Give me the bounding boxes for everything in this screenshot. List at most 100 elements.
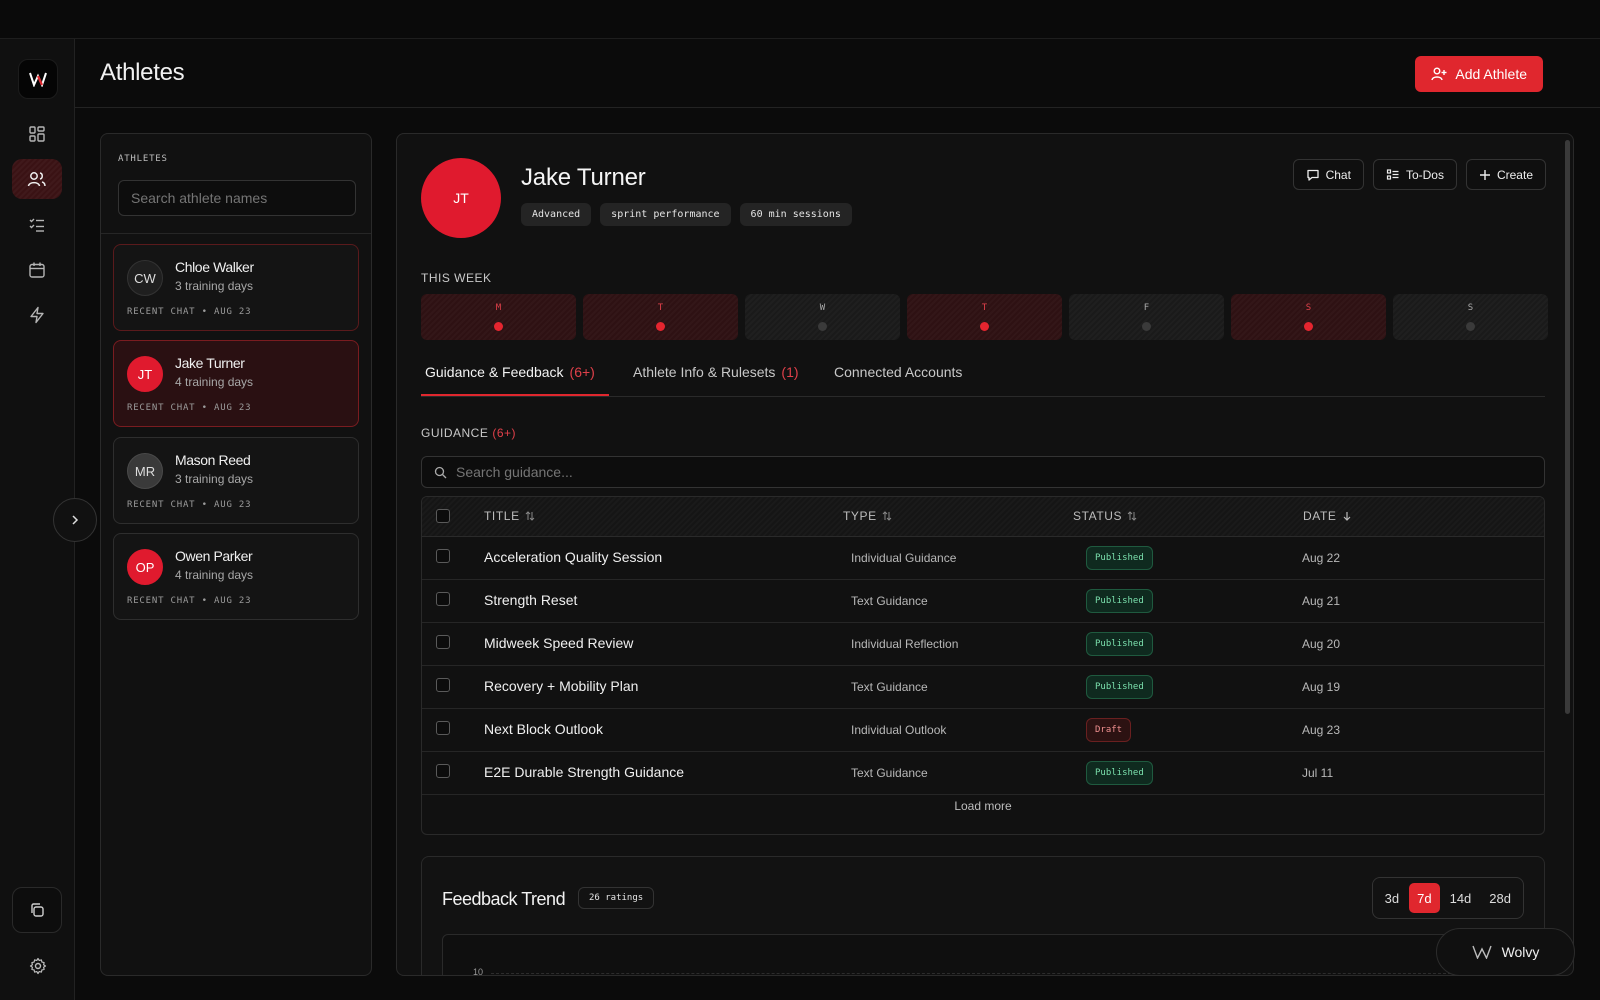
row-type: Text Guidance: [851, 594, 928, 608]
nav-checklist[interactable]: [12, 205, 62, 245]
chat-label: Chat: [1325, 167, 1351, 182]
nav-calendar[interactable]: [12, 250, 62, 290]
table-row[interactable]: Recovery + Mobility Plan Text Guidance P…: [422, 666, 1544, 709]
lightning-icon: [30, 306, 44, 324]
athlete-name-heading: Jake Turner: [521, 164, 646, 191]
sort-icon: [882, 511, 892, 521]
create-button[interactable]: Create: [1465, 159, 1546, 190]
wolvy-assistant-button[interactable]: Wolvy: [1436, 928, 1575, 976]
row-checkbox[interactable]: [436, 549, 450, 563]
avatar: MR: [127, 453, 163, 489]
week-strip: M T W T F S S: [421, 294, 1548, 340]
nav-dashboard[interactable]: [12, 114, 62, 154]
app-logo[interactable]: [18, 59, 58, 99]
athlete-avatar: JT: [421, 158, 501, 238]
scrollbar[interactable]: [1565, 140, 1570, 714]
day-label: F: [1143, 303, 1150, 313]
table-row[interactable]: Strength Reset Text Guidance Published A…: [422, 580, 1544, 623]
copy-icon: [31, 903, 44, 917]
table-row[interactable]: Acceleration Quality Session Individual …: [422, 537, 1544, 580]
column-type[interactable]: TYPE: [843, 509, 892, 523]
table-row[interactable]: Next Block Outlook Individual Outlook Dr…: [422, 709, 1544, 752]
row-date: Aug 19: [1302, 680, 1341, 694]
tab-count: (6+): [569, 364, 595, 380]
range-28d[interactable]: 28d: [1481, 883, 1519, 913]
guidance-search[interactable]: [421, 456, 1545, 488]
day-dot: [656, 322, 665, 331]
row-checkbox[interactable]: [436, 592, 450, 606]
select-all-checkbox[interactable]: [436, 509, 450, 523]
athlete-recent-chat: RECENT CHAT • AUG 23: [127, 403, 252, 413]
tab-connected-accounts[interactable]: Connected Accounts: [834, 364, 962, 380]
range-7d[interactable]: 7d: [1409, 883, 1440, 913]
users-icon: [27, 172, 46, 187]
day-saturday[interactable]: S: [1231, 294, 1386, 340]
add-athlete-button[interactable]: Add Athlete: [1415, 56, 1543, 92]
athlete-card-jake-turner[interactable]: JT Jake Turner 4 training days RECENT CH…: [113, 340, 359, 427]
tab-guidance-feedback[interactable]: Guidance & Feedback (6+): [425, 364, 595, 380]
column-title[interactable]: TITLE: [484, 509, 535, 523]
wolvy-label: Wolvy: [1501, 944, 1540, 960]
row-checkbox[interactable]: [436, 721, 450, 735]
chat-button[interactable]: Chat: [1292, 159, 1364, 190]
settings-button[interactable]: [26, 954, 50, 978]
row-type: Text Guidance: [851, 680, 928, 694]
day-thursday[interactable]: T: [907, 294, 1062, 340]
tab-label: Connected Accounts: [834, 364, 963, 380]
athlete-recent-chat: RECENT CHAT • AUG 23: [127, 307, 252, 317]
athlete-training-days: 3 training days: [175, 279, 254, 293]
day-dot: [980, 322, 989, 331]
range-14d[interactable]: 14d: [1442, 883, 1480, 913]
day-dot: [1142, 322, 1151, 331]
add-user-icon: [1431, 67, 1447, 81]
chat-icon: [1306, 169, 1319, 181]
column-date-label: DATE: [1303, 509, 1337, 523]
wolvy-logo-icon: [29, 72, 47, 87]
day-label: S: [1305, 303, 1312, 313]
athlete-search-input[interactable]: [118, 180, 356, 216]
guidance-count: (6+): [492, 426, 517, 440]
checklist-icon: [1386, 168, 1399, 180]
row-checkbox[interactable]: [436, 678, 450, 692]
athletes-panel: ATHLETES CW Chloe Walker 3 training days…: [100, 133, 372, 976]
athlete-detail-panel: JT Jake Turner Advanced sprint performan…: [396, 133, 1574, 976]
athlete-card-owen-parker[interactable]: OP Owen Parker 4 training days RECENT CH…: [113, 533, 359, 620]
day-sunday[interactable]: S: [1393, 294, 1548, 340]
day-friday[interactable]: F: [1069, 294, 1224, 340]
todos-button[interactable]: To-Dos: [1372, 159, 1457, 190]
dashboard-icon: [29, 126, 45, 142]
sort-desc-icon: [1343, 512, 1350, 521]
expand-sidebar-button[interactable]: [53, 498, 97, 542]
table-row[interactable]: E2E Durable Strength Guidance Text Guida…: [422, 752, 1544, 795]
column-status[interactable]: STATUS: [1073, 509, 1137, 523]
day-dot: [1466, 322, 1475, 331]
gear-icon: [29, 957, 47, 975]
load-more-button[interactable]: Load more: [422, 799, 1544, 813]
day-tuesday[interactable]: T: [583, 294, 738, 340]
row-checkbox[interactable]: [436, 635, 450, 649]
row-checkbox[interactable]: [436, 764, 450, 778]
feedback-title: Feedback Trend: [442, 889, 566, 909]
day-monday[interactable]: M: [421, 294, 576, 340]
tag-level: Advanced: [521, 203, 592, 226]
athlete-name: Chloe Walker: [175, 259, 254, 275]
copy-button[interactable]: [12, 887, 62, 933]
feedback-trend-card: Feedback Trend 26 ratings 3d 7d 14d 28d …: [421, 856, 1545, 975]
athlete-card-mason-reed[interactable]: MR Mason Reed 3 training days RECENT CHA…: [113, 437, 359, 524]
athlete-card-chloe-walker[interactable]: CW Chloe Walker 3 training days RECENT C…: [113, 244, 359, 331]
status-badge: Published: [1086, 675, 1153, 699]
guidance-table: TITLE TYPE STATUS DATE Acceleration Qual…: [421, 496, 1545, 835]
sort-icon: [1127, 511, 1137, 521]
row-date: Aug 20: [1302, 637, 1341, 651]
guidance-search-input[interactable]: [456, 464, 1356, 480]
nav-automations[interactable]: [12, 295, 62, 335]
create-label: Create: [1496, 167, 1533, 182]
day-wednesday[interactable]: W: [745, 294, 900, 340]
table-row[interactable]: Midweek Speed Review Individual Reflecti…: [422, 623, 1544, 666]
nav-athletes[interactable]: [12, 159, 62, 199]
avatar: CW: [127, 260, 163, 296]
range-3d[interactable]: 3d: [1377, 883, 1407, 913]
tab-label: Guidance & Feedback: [425, 364, 564, 380]
tab-athlete-info[interactable]: Athlete Info & Rulesets (1): [633, 364, 799, 380]
column-date[interactable]: DATE: [1303, 509, 1352, 523]
